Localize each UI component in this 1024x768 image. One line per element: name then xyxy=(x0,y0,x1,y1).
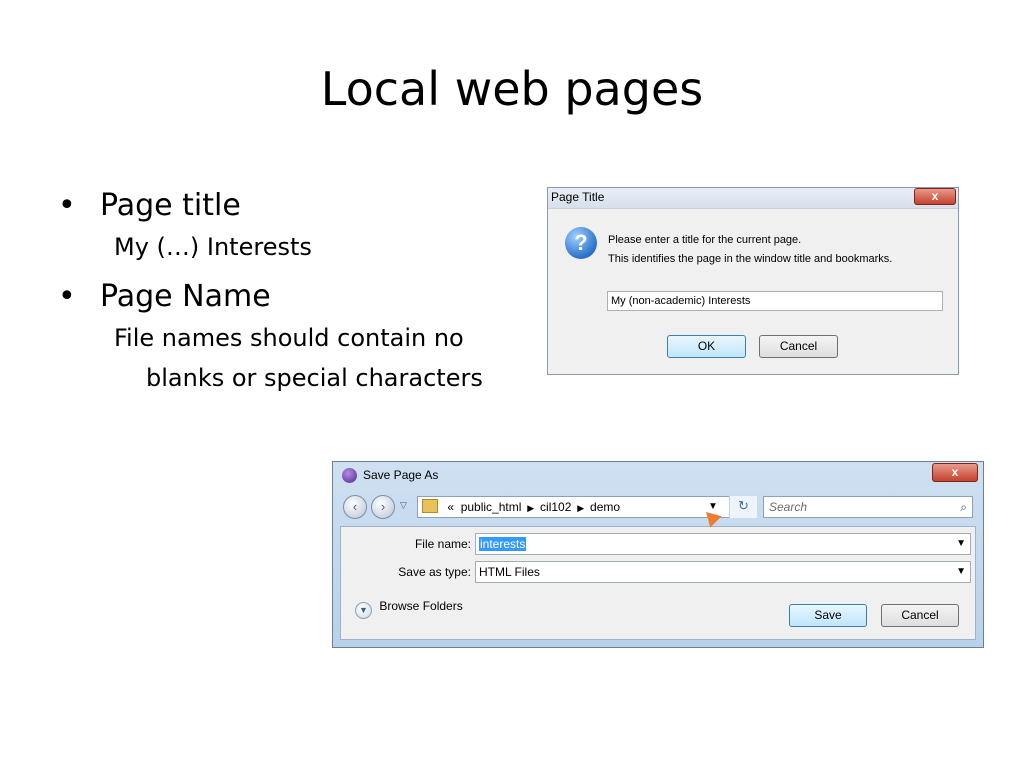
file-name-value: interests xyxy=(479,537,527,551)
message-line: This identifies the page in the window t… xyxy=(608,253,893,265)
browse-folders-label: Browse Folders xyxy=(379,599,463,613)
file-name-field[interactable]: interests ▼ xyxy=(475,533,971,555)
save-as-type-select[interactable]: HTML Files ▼ xyxy=(475,561,971,583)
chevron-down-icon[interactable]: ▼ xyxy=(956,534,966,554)
cancel-button[interactable]: Cancel xyxy=(881,604,959,627)
chevron-down-icon[interactable]: ▼ xyxy=(956,562,966,582)
dialog-title: Page Title xyxy=(551,190,605,204)
sub-bullet-text: My (…) Interests xyxy=(114,233,312,261)
save-as-type-value: HTML Files xyxy=(479,565,540,579)
back-button[interactable]: ‹ xyxy=(343,495,367,519)
breadcrumb-chevrons[interactable]: « xyxy=(447,500,454,514)
bullet-item: • Page title xyxy=(58,188,506,223)
page-title-input[interactable]: My (non-academic) Interests xyxy=(607,291,943,311)
bullet-text: Page title xyxy=(100,188,241,223)
app-icon xyxy=(342,468,357,483)
breadcrumb-separator-icon: ▶ xyxy=(574,503,587,513)
folder-icon xyxy=(422,499,438,513)
dialog-body: ? Please enter a title for the current p… xyxy=(548,208,958,374)
slide-title: Local web pages xyxy=(320,62,704,116)
save-button[interactable]: Save xyxy=(789,604,867,627)
search-input[interactable]: Search ⌕ xyxy=(763,496,973,518)
history-dropdown-icon[interactable]: ▽ xyxy=(400,500,407,511)
browse-folders-toggle[interactable]: ▼ Browse Folders xyxy=(355,599,463,619)
save-page-as-dialog: Save Page As x ‹ › ▽ « public_html ▶ cil… xyxy=(332,461,984,648)
bullet-list: • Page title My (…) Interests • Page Nam… xyxy=(58,188,506,410)
breadcrumb-separator-icon: ▶ xyxy=(524,503,537,513)
page-title-dialog: Page Title x ? Please enter a title for … xyxy=(547,187,959,375)
save-as-type-label: Save as type: xyxy=(398,565,471,579)
dialog-message: Please enter a title for the current pag… xyxy=(608,231,892,269)
breadcrumb-item[interactable]: public_html xyxy=(461,500,522,514)
question-icon: ? xyxy=(565,227,597,259)
save-options-panel: File name: interests ▼ Save as type: HTM… xyxy=(340,526,976,640)
close-button[interactable]: x xyxy=(932,463,978,482)
sub-bullet-text: File names should contain no blanks or s… xyxy=(114,324,483,392)
refresh-button[interactable]: ↻ xyxy=(729,496,757,518)
file-name-label: File name: xyxy=(414,537,471,551)
breadcrumb-item[interactable]: demo xyxy=(590,500,620,514)
refresh-icon: ↻ xyxy=(738,498,749,513)
forward-arrow-icon: › xyxy=(380,499,386,514)
dialog-titlebar: Page Title x xyxy=(548,188,958,208)
search-placeholder: Search xyxy=(769,500,808,514)
breadcrumb-item[interactable]: cil102 xyxy=(540,500,571,514)
dialog-title: Save Page As xyxy=(363,468,439,482)
bullet-text: Page Name xyxy=(100,279,271,314)
ok-button[interactable]: OK xyxy=(667,335,746,358)
search-icon[interactable]: ⌕ xyxy=(960,497,967,517)
message-line: Please enter a title for the current pag… xyxy=(608,234,802,246)
bullet-item: • Page Name xyxy=(58,279,506,314)
cancel-button[interactable]: Cancel xyxy=(759,335,838,358)
bullet-dot-icon: • xyxy=(58,188,76,223)
forward-button[interactable]: › xyxy=(371,495,395,519)
close-button[interactable]: x xyxy=(914,188,956,205)
bullet-dot-icon: • xyxy=(58,279,76,314)
back-arrow-icon: ‹ xyxy=(352,499,358,514)
chevron-down-icon: ▼ xyxy=(355,602,372,619)
